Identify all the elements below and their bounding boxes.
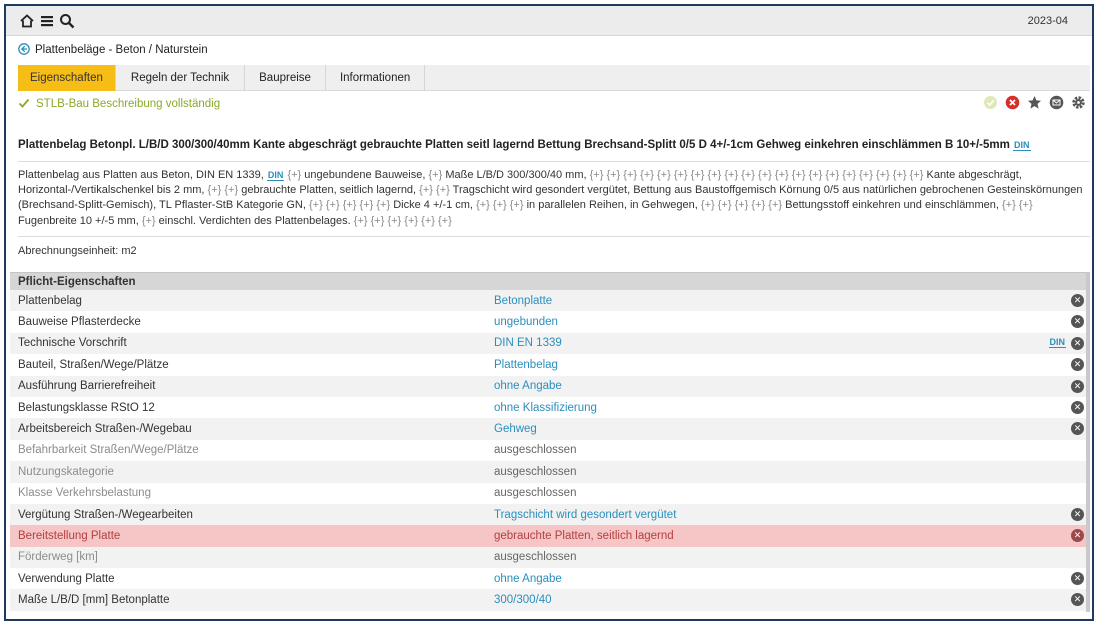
table-row[interactable]: Ausführung Barrierefreiheit ohne Angabe ✕ bbox=[10, 375, 1090, 397]
mail-icon[interactable] bbox=[1048, 94, 1064, 110]
search-icon[interactable] bbox=[58, 12, 76, 30]
star-icon[interactable] bbox=[1026, 94, 1042, 110]
tab-regeln-der-technik[interactable]: Regeln der Technik bbox=[116, 65, 246, 91]
table-row[interactable]: Befahrbarkeit Straßen/Wege/Plätze ausgesc… bbox=[10, 439, 1090, 462]
table-row[interactable]: Förderweg [km] ausgeschlossen bbox=[10, 546, 1090, 569]
property-label: Arbeitsbereich Straßen-/Wegebau bbox=[18, 423, 192, 436]
table-row[interactable]: Bereitstellung Platte gebrauchte Platten,… bbox=[10, 525, 1090, 547]
property-value[interactable]: Gehweg bbox=[494, 423, 537, 435]
property-label: Befahrbarkeit Straßen/Wege/Plätze bbox=[18, 444, 199, 457]
remove-icon[interactable]: ✕ bbox=[1071, 529, 1084, 543]
property-label: Klasse Verkehrsbelastung bbox=[18, 487, 151, 500]
property-value[interactable]: Betonplatte bbox=[494, 295, 552, 307]
property-label: Vergütung Straßen-/Wegearbeiten bbox=[18, 508, 193, 521]
property-label: Technische Vorschrift bbox=[18, 337, 127, 350]
tab-baupreise[interactable]: Baupreise bbox=[245, 65, 326, 91]
table-row[interactable]: Klasse Verkehrsbelastung ausgeschlossen bbox=[10, 482, 1090, 504]
property-label: Bereitstellung Platte bbox=[18, 529, 121, 542]
long-text: Plattenbelag aus Platten aus Beton, DIN … bbox=[18, 169, 1083, 227]
remove-icon[interactable]: ✕ bbox=[1071, 336, 1084, 350]
property-label: Verwendung Platte bbox=[18, 572, 115, 585]
menu-icon[interactable] bbox=[38, 12, 56, 30]
remove-icon[interactable]: ✕ bbox=[1071, 422, 1084, 436]
breadcrumb-label[interactable]: Plattenbeläge - Beton / Naturstein bbox=[35, 44, 208, 56]
app-window: 2023-04 Plattenbeläge - Beton / Naturste… bbox=[4, 4, 1094, 621]
short-text: Plattenbelag Betonpl. L/B/D 300/300/40mm… bbox=[18, 139, 1010, 151]
din-link[interactable]: DIN bbox=[1013, 140, 1031, 151]
din-link[interactable]: DIN bbox=[1048, 337, 1066, 348]
property-label: Maße L/B/D [mm] Betonplatte bbox=[18, 594, 170, 607]
gear-icon[interactable] bbox=[1070, 94, 1086, 110]
remove-icon[interactable]: ✕ bbox=[1071, 358, 1084, 372]
property-value[interactable]: ungebunden bbox=[494, 316, 558, 328]
divider bbox=[18, 236, 1090, 237]
property-value: ausgeschlossen bbox=[494, 551, 577, 564]
remove-icon[interactable]: ✕ bbox=[1071, 400, 1084, 414]
property-label: Bauteil, Straßen/Wege/Plätze bbox=[18, 358, 169, 371]
property-label: Bauweise Pflasterdecke bbox=[18, 316, 141, 329]
tab-eigenschaften[interactable]: Eigenschaften bbox=[18, 65, 116, 91]
property-value[interactable]: ohne Klassifizierung bbox=[494, 402, 597, 414]
remove-icon[interactable]: ✕ bbox=[1071, 379, 1084, 393]
close-circle-icon[interactable] bbox=[1004, 94, 1020, 110]
table-row[interactable]: Belastungsklasse RStO 12 ohne Klassifizie… bbox=[10, 396, 1090, 419]
check-circle-icon[interactable] bbox=[982, 94, 998, 110]
table-row[interactable]: Bauweise Pflasterdecke ungebunden ✕ bbox=[10, 311, 1090, 333]
period-label: 2023-04 bbox=[1027, 15, 1068, 27]
property-label: Nutzungskategorie bbox=[18, 465, 114, 478]
table-row[interactable]: Vergütung Straßen-/Wegearbeiten Tragschic… bbox=[10, 503, 1090, 526]
status-text: STLB-Bau Beschreibung vollständig bbox=[36, 98, 221, 110]
top-bar: 2023-04 bbox=[6, 6, 1092, 36]
action-toolbar bbox=[982, 94, 1086, 110]
property-value[interactable]: DIN EN 1339 bbox=[494, 337, 562, 349]
property-value[interactable]: 300/300/40 bbox=[494, 594, 552, 606]
table-row[interactable]: Nutzungskategorie ausgeschlossen bbox=[10, 461, 1090, 483]
remove-icon[interactable]: ✕ bbox=[1071, 315, 1084, 329]
table-row[interactable]: Plattenbelag Betonplatte ✕ bbox=[10, 290, 1090, 312]
property-label: Ausführung Barrierefreiheit bbox=[18, 380, 156, 393]
property-label: Belastungsklasse RStO 12 bbox=[18, 401, 155, 414]
short-text-title: Plattenbelag Betonpl. L/B/D 300/300/40mm… bbox=[18, 139, 1086, 151]
billing-unit: Abrechnungseinheit: m2 bbox=[18, 245, 137, 257]
din-link[interactable]: DIN bbox=[266, 170, 285, 181]
property-value[interactable]: ohne Angabe bbox=[494, 573, 562, 585]
scrollbar[interactable] bbox=[1086, 272, 1090, 612]
divider bbox=[18, 161, 1090, 162]
property-value: ausgeschlossen bbox=[494, 444, 577, 457]
status-message: STLB-Bau Beschreibung vollständig bbox=[18, 96, 220, 112]
table-header: Pflicht-Eigenschaften bbox=[10, 272, 1090, 290]
table-body: Plattenbelag Betonplatte ✕ Bauweise Pflaste… bbox=[10, 290, 1090, 611]
property-value[interactable]: Plattenbelag bbox=[494, 359, 558, 371]
remove-icon[interactable]: ✕ bbox=[1071, 593, 1084, 607]
table-row[interactable]: Arbeitsbereich Straßen-/Wegebau Gehweg ✕ bbox=[10, 418, 1090, 440]
table-row[interactable]: Technische Vorschrift DIN EN 1339 DIN ✕ bbox=[10, 332, 1090, 355]
property-value: ausgeschlossen bbox=[494, 465, 577, 478]
table-row[interactable]: Verwendung Platte ohne Angabe ✕ bbox=[10, 568, 1090, 590]
table-row[interactable]: Bauteil, Straßen/Wege/Plätze Plattenbelag… bbox=[10, 354, 1090, 376]
remove-icon[interactable]: ✕ bbox=[1071, 507, 1084, 521]
breadcrumb[interactable]: Plattenbeläge - Beton / Naturstein bbox=[18, 41, 208, 59]
remove-icon[interactable]: ✕ bbox=[1071, 294, 1084, 307]
property-label: Förderweg [km] bbox=[18, 551, 98, 564]
tab-bar: Eigenschaften Regeln der Technik Bauprei… bbox=[18, 65, 1090, 91]
home-icon[interactable] bbox=[18, 12, 36, 30]
property-value[interactable]: gebrauchte Platten, seitlich lagernd bbox=[494, 530, 674, 542]
property-value[interactable]: ohne Angabe bbox=[494, 380, 562, 392]
checkmark-icon bbox=[18, 97, 30, 112]
back-arrow-icon[interactable] bbox=[18, 42, 30, 58]
table-row[interactable]: Maße L/B/D [mm] Betonplatte 300/300/40 ✕ bbox=[10, 589, 1090, 611]
remove-icon[interactable]: ✕ bbox=[1071, 572, 1084, 586]
properties-table: Pflicht-Eigenschaften Plattenbelag Betonp… bbox=[10, 272, 1090, 611]
property-label: Plattenbelag bbox=[18, 294, 82, 307]
property-value[interactable]: Tragschicht wird gesondert vergütet bbox=[494, 509, 676, 521]
tab-informationen[interactable]: Informationen bbox=[326, 65, 426, 91]
property-value: ausgeschlossen bbox=[494, 487, 577, 500]
